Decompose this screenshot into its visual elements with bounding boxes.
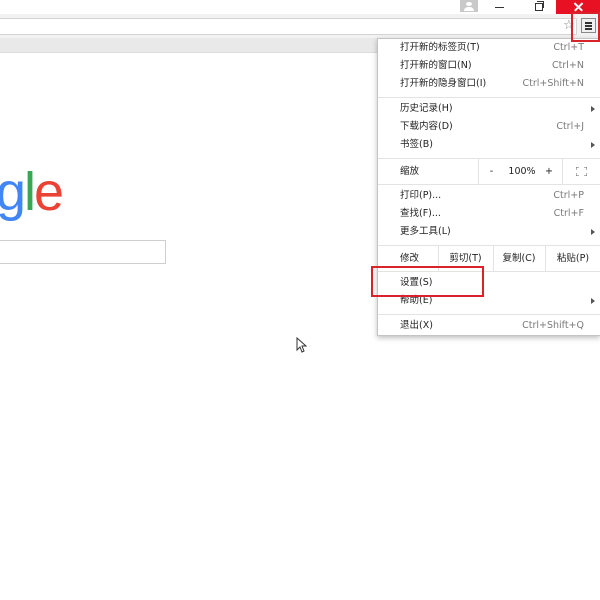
menu-item-more-tools[interactable]: 更多工具(L) <box>378 223 600 241</box>
menu-item-shortcut: Ctrl+Shift+Q <box>522 320 584 331</box>
fullscreen-button[interactable] <box>562 159 600 184</box>
menu-item-shortcut: Ctrl+P <box>553 190 584 201</box>
menu-item-label: 书签(B) <box>400 139 433 150</box>
menu-item-shortcut: Ctrl+T <box>553 42 584 53</box>
menu-separator <box>378 271 600 272</box>
menu-item-downloads[interactable]: 下载内容(D) Ctrl+J <box>378 118 600 136</box>
chrome-menu: 打开新的标签页(T) Ctrl+T 打开新的窗口(N) Ctrl+N 打开新的隐… <box>377 38 600 336</box>
zoom-out-button[interactable]: - <box>478 159 505 184</box>
submenu-arrow-icon <box>591 142 595 148</box>
menu-item-label: 历史记录(H) <box>400 103 453 114</box>
google-logo-partial: gle <box>0 162 64 222</box>
fullscreen-icon <box>575 166 588 177</box>
menu-item-label: 打开新的隐身窗口(I) <box>400 78 487 89</box>
menu-item-new-tab[interactable]: 打开新的标签页(T) Ctrl+T <box>378 39 600 57</box>
menu-item-label: 打开新的标签页(T) <box>400 42 480 53</box>
menu-item-label: 更多工具(L) <box>400 226 451 237</box>
submenu-arrow-icon <box>591 229 595 235</box>
menu-item-label: 设置(S) <box>400 277 433 288</box>
menu-item-help[interactable]: 帮助(E) <box>378 292 600 310</box>
cut-button[interactable]: 剪切(T) <box>438 246 493 271</box>
menu-item-label: 帮助(E) <box>400 295 433 306</box>
menu-item-shortcut: Ctrl+J <box>556 121 584 132</box>
paste-button[interactable]: 粘贴(P) <box>545 246 600 271</box>
menu-item-new-window[interactable]: 打开新的窗口(N) Ctrl+N <box>378 57 600 75</box>
menu-item-settings[interactable]: 设置(S) <box>378 274 600 292</box>
menu-item-exit[interactable]: 退出(X) Ctrl+Shift+Q <box>378 317 600 335</box>
submenu-arrow-icon <box>591 298 595 304</box>
copy-button[interactable]: 复制(C) <box>493 246 545 271</box>
logo-letter: e <box>34 162 64 222</box>
logo-letter: l <box>24 162 36 222</box>
menu-item-shortcut: Ctrl+F <box>553 208 584 219</box>
zoom-label: 缩放 <box>400 166 420 177</box>
submenu-arrow-icon <box>591 106 595 112</box>
menu-item-label: 退出(X) <box>400 320 433 331</box>
star-icon[interactable]: ☆ <box>563 17 575 34</box>
menu-item-new-incognito[interactable]: 打开新的隐身窗口(I) Ctrl+Shift+N <box>378 75 600 93</box>
address-bar[interactable] <box>0 18 577 35</box>
zoom-row: 缩放 - 100% + <box>378 159 600 184</box>
menu-item-shortcut: Ctrl+N <box>552 60 584 71</box>
zoom-value: 100% <box>508 166 536 177</box>
menu-separator <box>378 97 600 98</box>
menu-icon[interactable] <box>581 18 596 33</box>
search-input[interactable] <box>0 240 166 264</box>
menu-item-label: 打开新的窗口(N) <box>400 60 472 71</box>
menu-item-bookmarks[interactable]: 书签(B) <box>378 136 600 154</box>
logo-letter: g <box>0 162 26 222</box>
cursor-icon <box>296 337 308 353</box>
zoom-in-button[interactable]: + <box>539 159 559 184</box>
minimize-icon[interactable] <box>486 0 514 14</box>
close-icon[interactable] <box>556 0 600 14</box>
restore-icon[interactable] <box>525 0 553 14</box>
menu-separator <box>378 184 600 185</box>
menu-item-label: 下载内容(D) <box>400 121 453 132</box>
edit-label: 修改 <box>400 253 420 264</box>
profile-icon[interactable] <box>460 0 478 12</box>
menu-item-print[interactable]: 打印(P)... Ctrl+P <box>378 187 600 205</box>
menu-item-shortcut: Ctrl+Shift+N <box>522 78 584 89</box>
menu-item-find[interactable]: 查找(F)... Ctrl+F <box>378 205 600 223</box>
menu-item-label: 打印(P)... <box>400 190 442 201</box>
menu-item-history[interactable]: 历史记录(H) <box>378 100 600 118</box>
menu-item-label: 查找(F)... <box>400 208 441 219</box>
edit-row: 修改 剪切(T) 复制(C) 粘贴(P) <box>378 246 600 271</box>
menu-separator <box>378 314 600 315</box>
